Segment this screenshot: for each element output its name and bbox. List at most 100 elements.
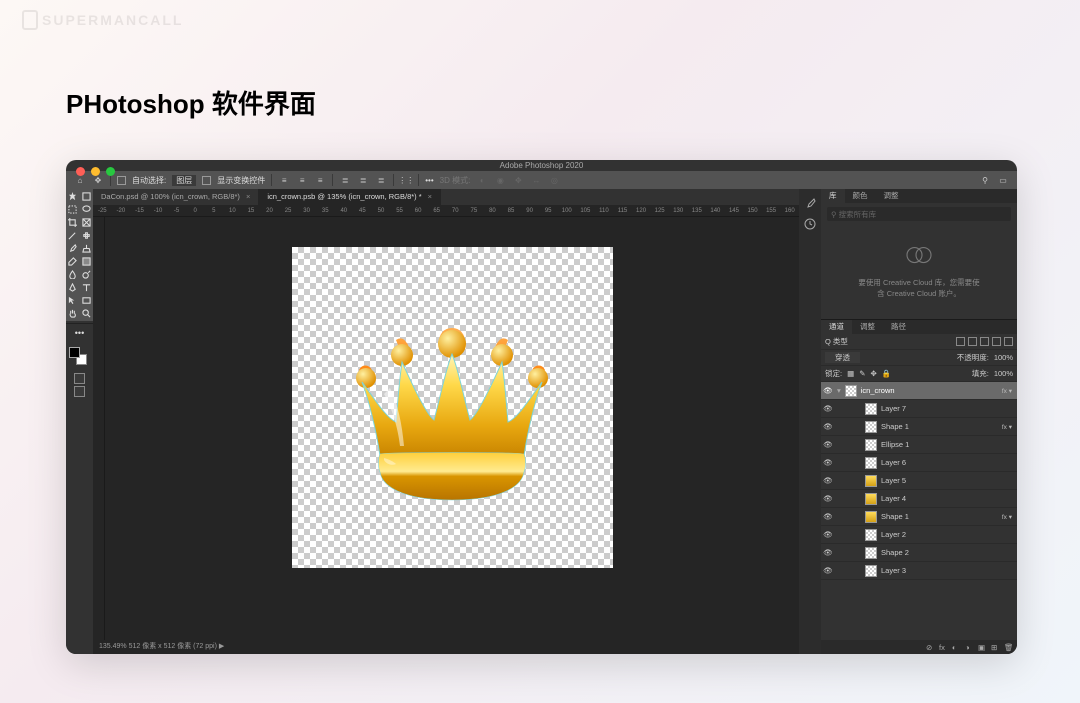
filter-smart-icon[interactable] [1004, 337, 1013, 346]
layer-row[interactable]: 👁▾icn_crownfx ▾ [821, 382, 1017, 400]
search-icon[interactable]: ⚲ [979, 175, 991, 185]
new-layer-icon[interactable]: ⊞ [991, 643, 1000, 652]
layer-style-icon[interactable]: fx [939, 643, 948, 652]
visibility-toggle[interactable]: 👁 [823, 386, 833, 395]
brush-tool[interactable] [66, 242, 80, 255]
eraser-tool[interactable] [66, 255, 80, 268]
filter-adjustment-icon[interactable] [968, 337, 977, 346]
filter-type-icon[interactable] [980, 337, 989, 346]
lock-all-icon[interactable]: 🔒 [882, 369, 891, 378]
lock-transparency-icon[interactable]: ▦ [847, 369, 854, 378]
minimize-window-button[interactable] [91, 167, 100, 176]
layer-name[interactable]: Layer 2 [881, 530, 1015, 539]
layer-thumbnail[interactable] [865, 493, 877, 505]
layer-thumbnail[interactable] [865, 511, 877, 523]
layer-effects-badge[interactable]: fx ▾ [1002, 513, 1012, 521]
layer-name[interactable]: Layer 7 [881, 404, 1015, 413]
layer-row[interactable]: 👁Layer 5 [821, 472, 1017, 490]
history-panel-icon[interactable] [803, 217, 817, 231]
color-swatches[interactable] [69, 347, 87, 365]
move-tool[interactable] [66, 190, 80, 203]
tab-channels[interactable]: 通道 [821, 320, 852, 334]
visibility-toggle[interactable]: 👁 [823, 566, 833, 575]
adjustment-layer-icon[interactable]: ◑ [965, 643, 974, 652]
eyedropper-tool[interactable] [66, 229, 80, 242]
layer-name[interactable]: Ellipse 1 [881, 440, 1015, 449]
layer-name[interactable]: Layer 4 [881, 494, 1015, 503]
close-window-button[interactable] [76, 167, 85, 176]
status-bar[interactable]: 135.49% 512 像素 x 512 像素 (72 ppi) ▶ [93, 640, 799, 654]
align-bottom-icon[interactable]: ≣ [375, 175, 387, 185]
dodge-tool[interactable] [80, 268, 94, 281]
quickmask-button[interactable] [74, 373, 85, 384]
type-tool[interactable] [80, 281, 94, 294]
align-right-icon[interactable]: ≡ [314, 175, 326, 185]
document-tab-1[interactable]: icn_crown.psb @ 135% (icn_crown, RGB/8*)… [259, 189, 441, 205]
visibility-toggle[interactable]: 👁 [823, 440, 833, 449]
layer-effects-badge[interactable]: fx ▾ [1002, 423, 1012, 431]
close-tab-icon[interactable]: × [428, 192, 432, 201]
close-tab-icon[interactable]: × [246, 192, 250, 201]
layer-thumbnail[interactable] [865, 457, 877, 469]
edit-toolbar-button[interactable]: ••• [66, 326, 93, 339]
filter-pixel-icon[interactable] [956, 337, 965, 346]
blur-tool[interactable] [66, 268, 80, 281]
layer-thumbnail[interactable] [865, 403, 877, 415]
layer-mask-icon[interactable]: ◐ [952, 643, 961, 652]
visibility-toggle[interactable]: 👁 [823, 422, 833, 431]
shape-tool[interactable] [80, 294, 94, 307]
layer-row[interactable]: 👁Layer 6 [821, 454, 1017, 472]
document-tab-0[interactable]: DaCon.psd @ 100% (icn_crown, RGB/8*)× [93, 189, 259, 205]
layer-name[interactable]: Layer 3 [881, 566, 1015, 575]
foreground-color-swatch[interactable] [69, 347, 80, 358]
fill-value[interactable]: 100% [994, 369, 1013, 378]
layer-name[interactable]: Layer 6 [881, 458, 1015, 467]
layer-thumbnail[interactable] [845, 385, 857, 397]
layer-thumbnail[interactable] [865, 421, 877, 433]
marquee-tool[interactable] [66, 203, 80, 216]
layer-thumbnail[interactable] [865, 475, 877, 487]
autoselect-checkbox[interactable] [117, 176, 126, 185]
3d-pan-icon[interactable]: ✥ [512, 175, 524, 185]
visibility-toggle[interactable]: 👁 [823, 512, 833, 521]
layer-name[interactable]: Shape 2 [881, 548, 1015, 557]
layer-row[interactable]: 👁 Layer 4 [821, 490, 1017, 508]
expand-group-icon[interactable]: ▾ [837, 386, 841, 395]
layer-name[interactable]: Shape 1 [881, 512, 998, 521]
layer-row[interactable]: 👁Shape 1fx ▾ [821, 418, 1017, 436]
opacity-value[interactable]: 100% [994, 353, 1013, 362]
more-options-button[interactable]: ••• [425, 176, 433, 185]
move-tool-icon[interactable]: ✥ [92, 175, 104, 185]
tab-adjust[interactable]: 调整 [876, 189, 907, 203]
show-controls-checkbox[interactable] [202, 176, 211, 185]
visibility-toggle[interactable]: 👁 [823, 494, 833, 503]
3d-roll-icon[interactable]: ◉ [494, 175, 506, 185]
frame-tool[interactable] [80, 216, 94, 229]
layer-row[interactable]: 👁 Layer 3 [821, 562, 1017, 580]
screenmode-button[interactable] [74, 386, 85, 397]
layer-thumbnail[interactable] [865, 529, 877, 541]
layer-thumbnail[interactable] [865, 565, 877, 577]
stamp-tool[interactable] [80, 242, 94, 255]
layer-row[interactable]: 👁 Ellipse 1 [821, 436, 1017, 454]
canvas[interactable] [292, 247, 613, 568]
distribute-icon[interactable]: ⋮⋮ [400, 175, 412, 185]
artboard-tool[interactable] [80, 190, 94, 203]
layer-row[interactable]: 👁Layer 7 [821, 400, 1017, 418]
gradient-tool[interactable] [80, 255, 94, 268]
brushes-panel-icon[interactable] [803, 197, 817, 211]
visibility-toggle[interactable]: 👁 [823, 548, 833, 557]
align-top-icon[interactable]: ≣ [339, 175, 351, 185]
tab-color[interactable]: 颜色 [845, 189, 876, 203]
maximize-window-button[interactable] [106, 167, 115, 176]
group-layers-icon[interactable]: ▣ [978, 643, 987, 652]
layer-name[interactable]: icn_crown [861, 386, 998, 395]
autoselect-value[interactable]: 图层 [172, 175, 196, 186]
pen-tool[interactable] [66, 281, 80, 294]
lasso-tool[interactable] [80, 203, 94, 216]
lock-pixels-icon[interactable]: ✎ [859, 369, 865, 378]
filter-shape-icon[interactable] [992, 337, 1001, 346]
tab-paths[interactable]: 路径 [883, 320, 914, 334]
canvas-viewport[interactable] [105, 217, 799, 640]
layer-name[interactable]: Layer 5 [881, 476, 1015, 485]
